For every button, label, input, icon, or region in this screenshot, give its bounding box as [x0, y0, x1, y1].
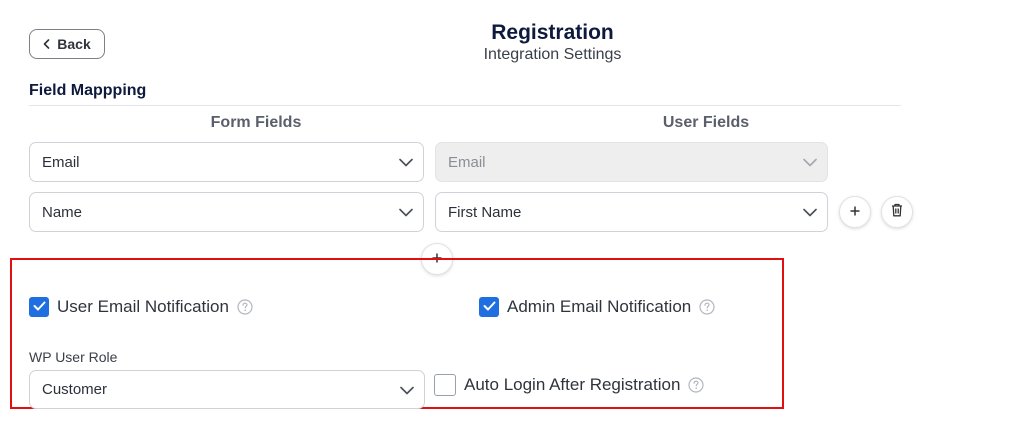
select-value: First Name	[448, 203, 522, 221]
delete-row-button[interactable]	[881, 196, 913, 228]
admin-email-notification-label: Admin Email Notification	[507, 297, 692, 316]
trash-icon	[891, 203, 903, 222]
user-field-select-email: Email	[435, 142, 828, 182]
section-title: Field Mappping	[29, 82, 147, 99]
question-circle-icon[interactable]	[237, 299, 253, 315]
auto-login-checkbox[interactable]	[434, 374, 456, 396]
add-row-button[interactable]	[839, 196, 871, 228]
select-value: Name	[42, 203, 83, 221]
wp-user-role-label: WP User Role	[29, 349, 118, 365]
select-value: Email	[42, 153, 80, 171]
select-value: Email	[448, 153, 486, 171]
admin-email-notification-option[interactable]: Admin Email Notification	[479, 297, 715, 317]
form-field-select-email[interactable]: Email	[29, 142, 424, 182]
form-fields-header: Form Fields	[210, 114, 302, 131]
chevron-down-icon	[803, 154, 817, 171]
chevron-down-icon	[803, 204, 817, 221]
page-subtitle: Integration Settings	[483, 46, 622, 63]
admin-email-notification-checkbox[interactable]	[479, 297, 499, 317]
chevron-down-icon	[400, 381, 414, 398]
question-circle-icon[interactable]	[699, 299, 715, 315]
user-email-notification-option[interactable]: User Email Notification	[29, 297, 253, 317]
user-fields-header: User Fields	[662, 114, 750, 131]
user-email-notification-label: User Email Notification	[57, 297, 229, 316]
check-icon	[33, 298, 46, 316]
auto-login-option[interactable]: Auto Login After Registration	[434, 374, 705, 396]
form-field-select-name[interactable]: Name	[29, 192, 424, 232]
check-icon	[483, 298, 496, 316]
user-field-select-first-name[interactable]: First Name	[435, 192, 828, 232]
chevron-down-icon	[399, 204, 413, 221]
question-circle-icon[interactable]	[688, 377, 705, 393]
page-title: Registration	[491, 21, 614, 44]
plus-icon	[850, 203, 860, 221]
user-email-notification-checkbox[interactable]	[29, 297, 49, 317]
wp-user-role-select[interactable]: Customer	[29, 370, 425, 409]
section-divider	[29, 105, 901, 106]
chevron-down-icon	[399, 154, 413, 171]
select-value: Customer	[42, 381, 108, 398]
auto-login-label: Auto Login After Registration	[464, 375, 681, 394]
